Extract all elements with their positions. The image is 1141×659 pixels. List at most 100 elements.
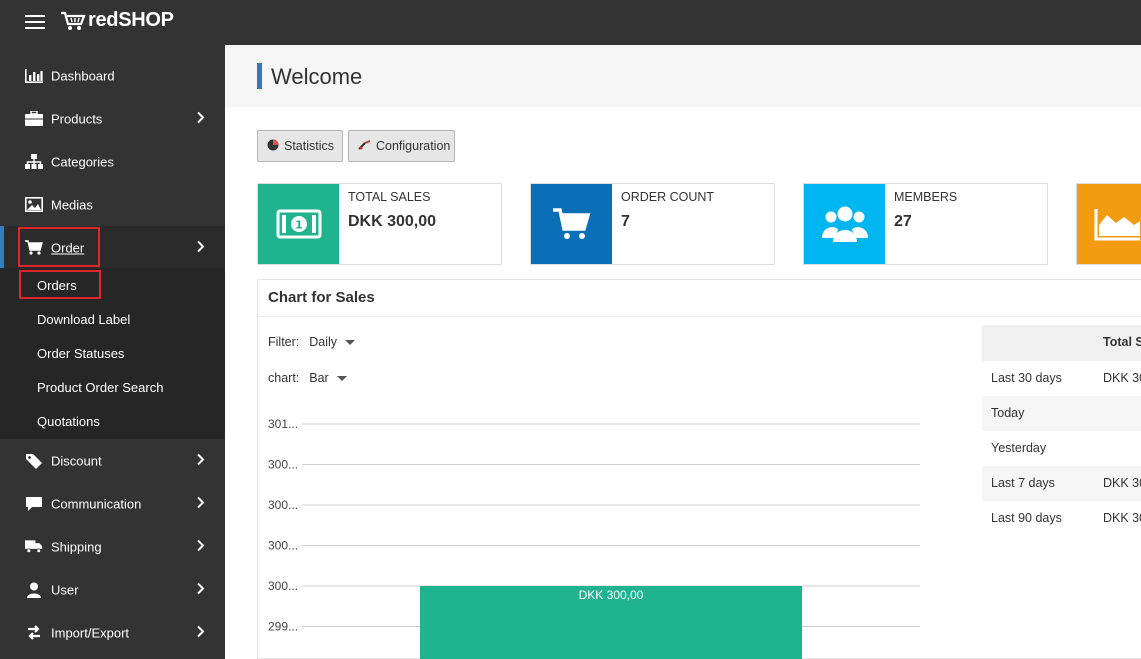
sidebar-item-label: Communication: [51, 496, 142, 511]
chevron-right-icon: [197, 625, 205, 640]
y-tick-label: 300...: [268, 498, 298, 512]
money-icon: 1: [258, 184, 339, 264]
sidebar-item-label: Import/Export: [51, 625, 130, 640]
submenu-item-order-statuses[interactable]: Order Statuses: [37, 346, 124, 361]
sidebar-item-products[interactable]: Products: [0, 97, 225, 140]
briefcase-icon: [25, 111, 43, 127]
users-icon: [804, 184, 885, 264]
chevron-right-icon: [197, 453, 205, 468]
image-icon: [25, 197, 43, 213]
sidebar-item-medias[interactable]: Medias: [0, 183, 225, 226]
filter-value: Daily: [309, 335, 338, 349]
sidebar-item-label: Dashboard: [51, 68, 115, 83]
submenu-item-download-label[interactable]: Download Label: [37, 312, 130, 327]
row-value: DKK 30: [1103, 476, 1141, 490]
sidebar-item-shipping[interactable]: Shipping: [0, 525, 225, 568]
brand-logo[interactable]: redSHOP: [60, 9, 174, 32]
table-row: Last 7 days DKK 30: [982, 466, 1141, 501]
stat-label: MEMBERS: [894, 190, 958, 204]
row-label: Last 7 days: [991, 476, 1055, 490]
y-tick-label: 301...: [268, 417, 298, 431]
sidebar: Dashboard Products Categories Medias Ord…: [0, 45, 225, 659]
svg-text:1: 1: [295, 219, 303, 232]
sidebar-item-dashboard[interactable]: Dashboard: [0, 54, 225, 97]
area-chart-icon: [1077, 184, 1141, 264]
y-tick-label: 299...: [268, 620, 298, 634]
summary-header-total: Total S: [1103, 335, 1141, 349]
title-accent: [257, 63, 262, 89]
sidebar-item-label: Medias: [51, 197, 93, 212]
cart-logo-icon: [61, 11, 86, 30]
row-label: Last 90 days: [991, 511, 1062, 525]
table-row: Yesterday: [982, 431, 1141, 466]
chart-type-value: Bar: [309, 371, 329, 385]
table-row: Today: [982, 396, 1141, 431]
row-label: Last 30 days: [991, 371, 1062, 385]
filter-label: Filter:: [268, 335, 300, 349]
highlight-box-order: [18, 227, 100, 267]
y-tick-label: 300...: [268, 458, 298, 472]
bar-value-label: DKK 300,00: [579, 588, 644, 602]
filter-select[interactable]: Daily: [309, 335, 356, 349]
sidebar-item-discount[interactable]: Discount: [0, 439, 225, 482]
wrench-icon: [358, 139, 371, 154]
configuration-button[interactable]: Configuration: [348, 130, 455, 162]
stat-value: 7: [621, 213, 630, 230]
menu-toggle-icon[interactable]: [25, 15, 45, 31]
caret-down-icon: [345, 339, 356, 345]
statistics-button[interactable]: Statistics: [257, 130, 343, 162]
chart-type-row: chart: Bar: [268, 371, 347, 385]
highlight-box-orders: [19, 270, 101, 299]
summary-header: Total S: [982, 325, 1141, 361]
sidebar-item-label: Shipping: [51, 539, 102, 554]
page-header: [225, 45, 1141, 107]
row-value: DKK 30: [1103, 511, 1141, 525]
configuration-label: Configuration: [376, 139, 451, 153]
pie-chart-icon: [267, 139, 279, 154]
sidebar-item-categories[interactable]: Categories: [0, 140, 225, 183]
brand-name: redSHOP: [88, 9, 174, 31]
stat-value: DKK 300,00: [348, 213, 437, 230]
sidebar-item-import-export[interactable]: Import/Export: [0, 611, 225, 654]
stat-card-total-sales: 1 TOTAL SALES DKK 300,00: [257, 183, 502, 265]
chart-panel-title: Chart for Sales: [268, 289, 375, 306]
sidebar-item-label: Discount: [51, 453, 102, 468]
chevron-right-icon: [197, 539, 205, 554]
page-title: Welcome: [271, 64, 363, 89]
chevron-right-icon: [197, 240, 205, 255]
row-label: Today: [991, 406, 1025, 420]
sidebar-item-user[interactable]: User: [0, 568, 225, 611]
comment-icon: [25, 496, 43, 512]
chevron-right-icon: [197, 496, 205, 511]
statistics-label: Statistics: [284, 139, 335, 153]
cart-icon: [531, 184, 612, 264]
filter-row: Filter: Daily: [268, 335, 356, 349]
chevron-right-icon: [197, 582, 205, 597]
sidebar-item-label: User: [51, 582, 79, 597]
stat-label: TOTAL SALES: [348, 190, 431, 204]
top-bar: redSHOP: [0, 0, 1141, 45]
caret-down-icon: [336, 375, 347, 381]
chart-type-label: chart:: [268, 371, 300, 385]
chart-panel-header: Chart for Sales: [258, 280, 1141, 317]
sitemap-icon: [25, 154, 43, 170]
chevron-right-icon: [197, 111, 205, 126]
user-icon: [25, 582, 43, 598]
stat-card-order-count: ORDER COUNT 7: [530, 183, 775, 265]
row-value: DKK 30: [1103, 371, 1141, 385]
chart-type-select[interactable]: Bar: [309, 371, 347, 385]
sidebar-item-label: Categories: [51, 154, 114, 169]
y-tick-label: 300...: [268, 579, 298, 593]
stat-label: ORDER COUNT: [621, 190, 715, 204]
sidebar-item-communication[interactable]: Communication: [0, 482, 225, 525]
y-tick-label: 300...: [268, 539, 298, 553]
sales-bar-chart: 301... 300... 300... 300... 300... 299... DKK …: [268, 417, 920, 659]
table-row: Last 30 days DKK 30: [982, 361, 1141, 396]
stat-card-area-chart: [1076, 183, 1141, 265]
stat-card-members: MEMBERS 27: [803, 183, 1048, 265]
bar-chart-icon: [25, 68, 43, 84]
sidebar-item-label: Products: [51, 111, 103, 126]
submenu-item-product-order-search[interactable]: Product Order Search: [37, 380, 163, 395]
submenu-item-quotations[interactable]: Quotations: [37, 414, 100, 429]
truck-icon: [25, 539, 43, 555]
